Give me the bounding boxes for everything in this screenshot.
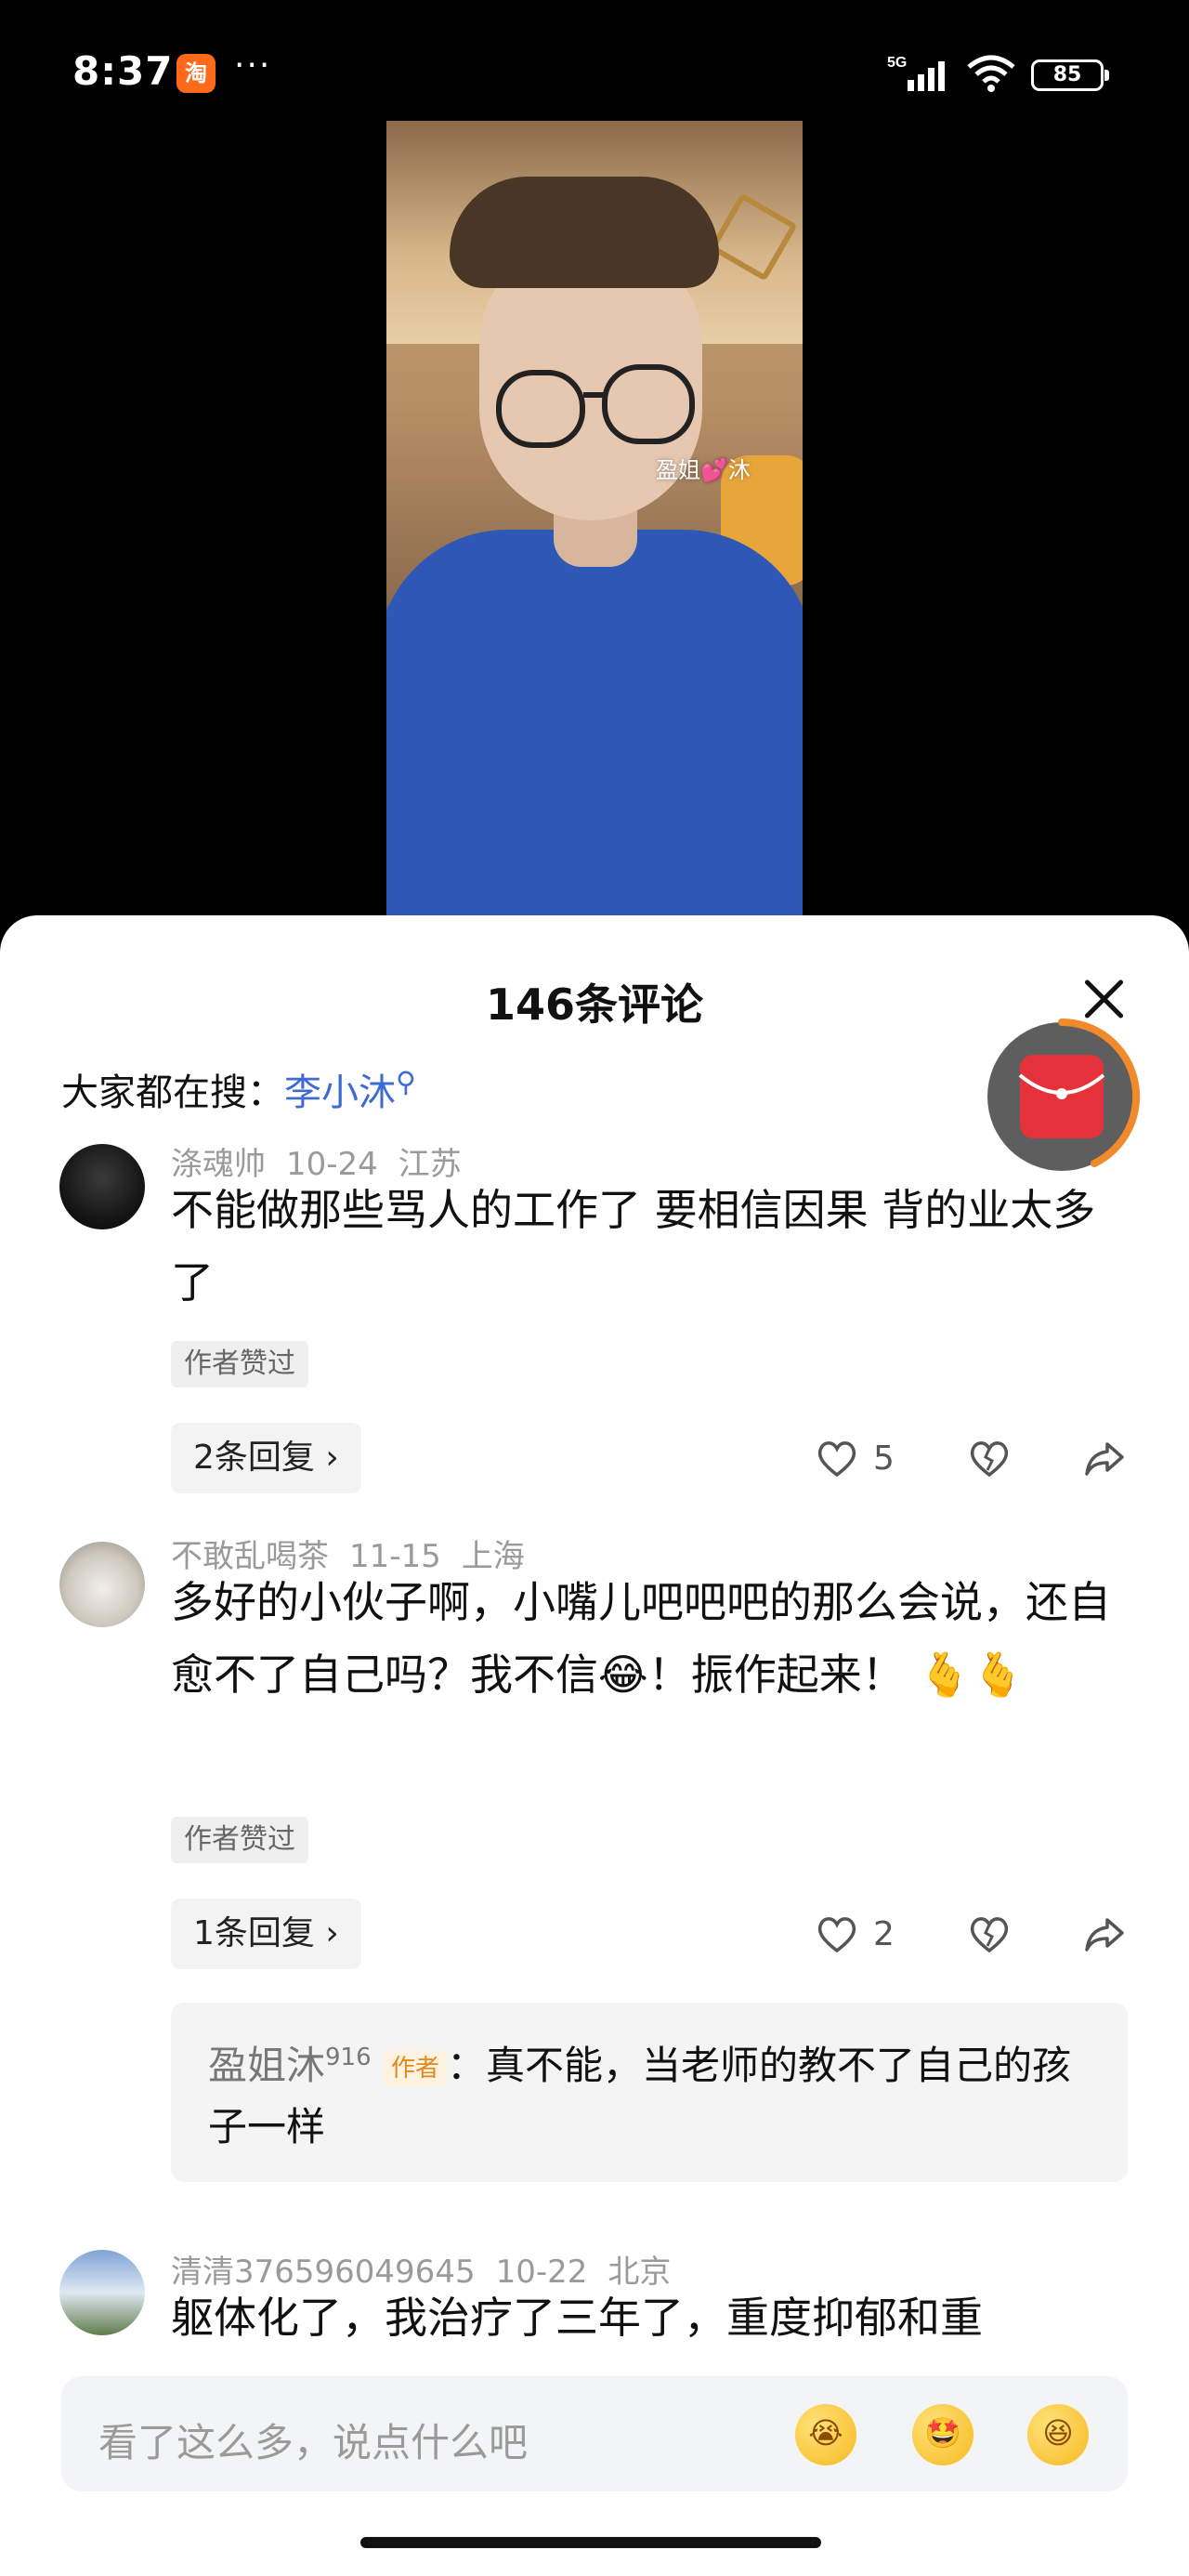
avatar[interactable] [59,1144,145,1229]
emoji-laugh-cry-icon[interactable]: 😭 [795,2404,856,2465]
more-dots-icon: ··· [234,46,272,85]
dislike-button[interactable] [966,1430,1013,1486]
person-hair [450,177,719,288]
avatar[interactable] [59,2250,145,2335]
author-tag-badge: 作者 [384,2050,448,2086]
search-icon: ⚲ [396,1066,416,1099]
share-arrow-icon [1085,1918,1124,1952]
clock: 8:37 [72,48,174,94]
author-reply[interactable]: 盈姐沐916 作者 ：真不能，当老师的教不了自己的孩子一样 [171,2003,1128,2182]
broken-heart-icon [970,1917,1009,1953]
glasses-bridge [583,392,606,398]
author-liked-badge: 作者赞过 [171,1817,308,1863]
author-level: 916 [325,2044,372,2071]
heart-outline-icon [817,1917,856,1953]
share-button[interactable] [1081,1906,1128,1962]
video-player[interactable]: 盈姐💕沐 [386,121,803,920]
comment-input[interactable]: 看了这么多，说点什么吧 😭 🤩 😆 [61,2376,1128,2491]
author-liked-badge: 作者赞过 [171,1341,308,1387]
comment-sheet: 146条评论 大家都在搜：李小沐⚲ 涤魂帅 10-24 江苏 不能做那些骂人的工作了… [0,915,1189,2576]
view-replies-button[interactable]: 1条回复 › [171,1899,361,1969]
heart-outline-icon [817,1441,856,1478]
battery-indicator: 85 [1031,59,1109,91]
taobao-app-icon: 淘 [176,54,216,93]
wifi-icon [967,55,1015,92]
search-suggestion: 大家都在搜：李小沐⚲ [61,1062,416,1116]
glasses-right-lens [602,364,695,444]
view-replies-label: 1条回复 [193,1914,315,1952]
view-replies-label: 2条回复 [193,1439,315,1477]
avatar[interactable] [59,1542,145,1627]
search-suggestion-prefix: 大家都在搜： [61,1071,284,1114]
view-replies-button[interactable]: 2条回复 › [171,1423,361,1493]
share-arrow-icon [1085,1442,1124,1476]
video-watermark: 盈姐💕沐 [656,457,751,483]
comment-text: 多好的小伙子啊，小嘴儿吧吧吧的那么会说，还自愈不了自己吗？我不信😂！振作起来！ … [171,1577,1111,1700]
comment-text: 躯体化了，我治疗了三年了，重度抑郁和重 [171,2293,983,2343]
home-indicator[interactable] [360,2537,821,2548]
status-bar: 8:37 淘 ··· 5G 85 [0,0,1189,139]
emoji-glyph: 🤩 [924,2415,961,2451]
emoji-grin-icon[interactable]: 😆 [1027,2404,1089,2465]
comment-list[interactable]: 涤魂帅 10-24 江苏 不能做那些骂人的工作了 要相信因果 背的业太多了 作者赞过… [0,1138,1189,2346]
emoji-glyph: 😆 [1042,2415,1074,2451]
share-button[interactable] [1081,1430,1128,1486]
comment-input-placeholder: 看了这么多，说点什么吧 [98,2420,529,2465]
like-button[interactable]: 2 [814,1906,895,1962]
broken-heart-icon [970,1441,1009,1478]
signal-5g-icon: 5G [887,55,945,91]
like-count: 5 [873,1439,895,1478]
person-sweater [386,530,803,920]
search-keyword-link[interactable]: 李小沐 [284,1071,396,1114]
comment-text: 不能做那些骂人的工作了 要相信因果 背的业太多了 [171,1185,1096,1308]
dislike-button[interactable] [966,1906,1013,1962]
like-button[interactable]: 5 [814,1430,895,1486]
network-label: 5G [887,55,907,71]
emoji-glyph: 😭 [808,2415,843,2451]
author-reply-name[interactable]: 盈姐沐 [208,2043,325,2088]
like-count: 2 [873,1914,895,1953]
glasses-left-lens [496,370,585,448]
emoji-star-eyes-icon[interactable]: 🤩 [912,2404,973,2465]
